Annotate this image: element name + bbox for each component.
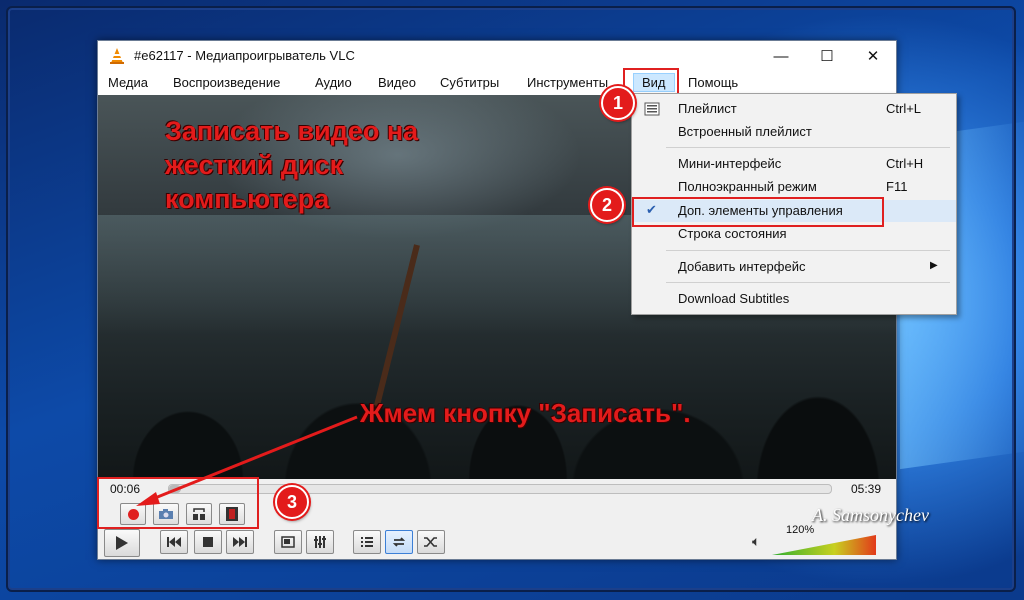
badge-step-2: 2 — [590, 188, 624, 222]
author-watermark: A. Samsonychev — [812, 505, 929, 525]
badge-step-3: 3 — [275, 485, 309, 519]
badge-step-1: 1 — [601, 86, 635, 120]
